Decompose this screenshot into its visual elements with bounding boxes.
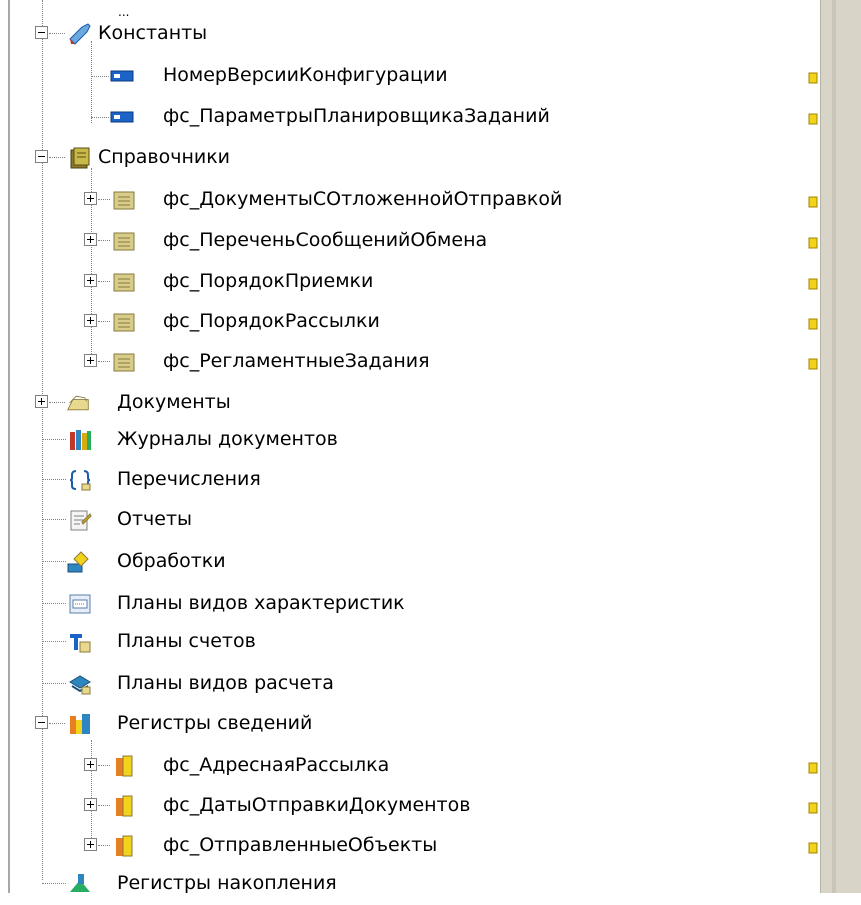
constants-label: Константы bbox=[98, 22, 208, 44]
tree-item-enums[interactable]: Перечисления bbox=[0, 460, 820, 501]
char-types-label: Планы видов характеристик bbox=[117, 592, 405, 614]
accounts-label: Планы счетов bbox=[117, 630, 256, 652]
enums-label: Перечисления bbox=[117, 468, 261, 490]
tree-item-calc-types[interactable]: Планы видов расчета bbox=[0, 664, 820, 705]
info-register-item-icon bbox=[116, 835, 133, 857]
expand-icon[interactable] bbox=[84, 233, 97, 246]
tree-item-catalog[interactable]: фс_РегламентныеЗадания bbox=[0, 342, 820, 383]
collapse-icon[interactable] bbox=[35, 150, 48, 163]
expand-icon[interactable] bbox=[84, 354, 97, 367]
support-marker-icon bbox=[808, 196, 818, 208]
support-marker-icon bbox=[808, 762, 818, 774]
char-types-icon bbox=[69, 594, 91, 614]
expand-icon[interactable] bbox=[84, 274, 97, 287]
constant-item-icon bbox=[110, 70, 134, 82]
tree-item-char-types[interactable]: Планы видов характеристик bbox=[0, 584, 820, 625]
tree-item-catalog[interactable]: фс_ПереченьСообщенийОбмена bbox=[0, 221, 820, 262]
documents-label: Документы bbox=[117, 391, 231, 413]
tree-item-accum-registers[interactable]: Регистры накопления bbox=[0, 864, 820, 905]
reports-icon bbox=[70, 510, 92, 531]
right-panel-strip bbox=[832, 0, 836, 893]
info-register-item-icon bbox=[116, 755, 133, 777]
tree-item-info-register[interactable]: фс_АдреснаяРассылка bbox=[0, 746, 820, 787]
support-marker-icon bbox=[808, 72, 818, 84]
accounts-icon bbox=[70, 634, 91, 653]
processors-label: Обработки bbox=[117, 550, 226, 572]
support-marker-icon bbox=[808, 358, 818, 370]
catalog-label: фс_ДокументыСОтложеннойОтправкой bbox=[163, 188, 563, 210]
catalog-item-icon bbox=[113, 273, 135, 292]
catalog-item-icon bbox=[113, 313, 135, 332]
info-register-label: фс_ДатыОтправкиДокументов bbox=[163, 794, 471, 816]
tree-item-reports[interactable]: Отчеты bbox=[0, 500, 820, 541]
expand-icon[interactable] bbox=[84, 838, 97, 851]
info-registers-label: Регистры сведений bbox=[117, 712, 313, 734]
catalog-item-icon bbox=[113, 232, 135, 251]
right-panel-border bbox=[820, 0, 861, 893]
catalog-label: фс_РегламентныеЗадания bbox=[163, 350, 430, 372]
constant-item-icon bbox=[110, 111, 134, 123]
tree-item-journals[interactable]: Журналы документов bbox=[0, 420, 820, 461]
catalog-label: фс_ПорядокПриемки bbox=[163, 270, 374, 292]
catalog-label: фс_ПорядокРассылки bbox=[163, 310, 380, 332]
collapse-icon[interactable] bbox=[35, 26, 48, 39]
tree-item-constant[interactable]: НомерВерсииКонфигурации bbox=[0, 56, 820, 97]
support-marker-icon bbox=[808, 802, 818, 814]
tree-item-constants[interactable]: Константы bbox=[0, 14, 820, 55]
accum-registers-icon bbox=[70, 874, 90, 892]
enums-icon bbox=[69, 470, 91, 491]
tree-item-accounts[interactable]: Планы счетов bbox=[0, 622, 820, 663]
accum-registers-label: Регистры накопления bbox=[117, 872, 337, 894]
tree-item-info-register[interactable]: фс_ОтправленныеОбъекты bbox=[0, 826, 820, 867]
tree-item-processors[interactable]: Обработки bbox=[0, 542, 820, 583]
support-marker-icon bbox=[808, 842, 818, 854]
constant-label: НомерВерсииКонфигурации bbox=[163, 64, 448, 86]
support-marker-icon bbox=[808, 278, 818, 290]
journals-icon bbox=[70, 430, 91, 450]
processors-icon bbox=[67, 551, 89, 573]
journals-label: Журналы документов bbox=[117, 428, 338, 450]
tree-item-info-registers[interactable]: Регистры сведений bbox=[0, 704, 820, 745]
catalog-label: фс_ПереченьСообщенийОбмена bbox=[163, 229, 488, 251]
tree-item-catalogs[interactable]: Справочники bbox=[0, 138, 820, 179]
calc-types-label: Планы видов расчета bbox=[117, 672, 334, 694]
tree-item-catalog[interactable]: фс_ПорядокРассылки bbox=[0, 302, 820, 343]
metadata-tree: ... Константы НомерВерсииКонфигурации фс… bbox=[0, 0, 820, 894]
tree-item-catalog[interactable]: фс_ПорядокПриемки bbox=[0, 262, 820, 303]
support-marker-icon bbox=[808, 318, 818, 330]
info-register-label: фс_АдреснаяРассылка bbox=[163, 754, 390, 776]
expand-icon[interactable] bbox=[84, 758, 97, 771]
expand-icon[interactable] bbox=[35, 395, 48, 408]
expand-icon[interactable] bbox=[84, 192, 97, 205]
reports-label: Отчеты bbox=[117, 508, 193, 530]
tree-item-constant[interactable]: фс_ПараметрыПланировщикаЗаданий bbox=[0, 97, 820, 138]
info-registers-icon bbox=[70, 714, 90, 734]
constant-label: фс_ПараметрыПланировщикаЗаданий bbox=[163, 105, 550, 127]
catalog-item-icon bbox=[113, 353, 135, 372]
catalogs-icon bbox=[70, 147, 90, 169]
info-register-item-icon bbox=[116, 795, 133, 817]
tree-item-info-register[interactable]: фс_ДатыОтправкиДокументов bbox=[0, 786, 820, 827]
support-marker-icon bbox=[808, 113, 818, 125]
documents-icon bbox=[67, 395, 89, 411]
expand-icon[interactable] bbox=[84, 314, 97, 327]
catalog-item-icon bbox=[113, 191, 135, 210]
expand-icon[interactable] bbox=[84, 798, 97, 811]
calc-types-icon bbox=[69, 675, 91, 695]
collapse-icon[interactable] bbox=[35, 716, 48, 729]
support-marker-icon bbox=[808, 237, 818, 249]
tree-item-documents[interactable]: Документы bbox=[0, 383, 820, 424]
catalogs-label: Справочники bbox=[98, 146, 231, 168]
constants-icon bbox=[69, 23, 91, 45]
tree-item-catalog[interactable]: фс_ДокументыСОтложеннойОтправкой bbox=[0, 180, 820, 221]
info-register-label: фс_ОтправленныеОбъекты bbox=[163, 834, 438, 856]
